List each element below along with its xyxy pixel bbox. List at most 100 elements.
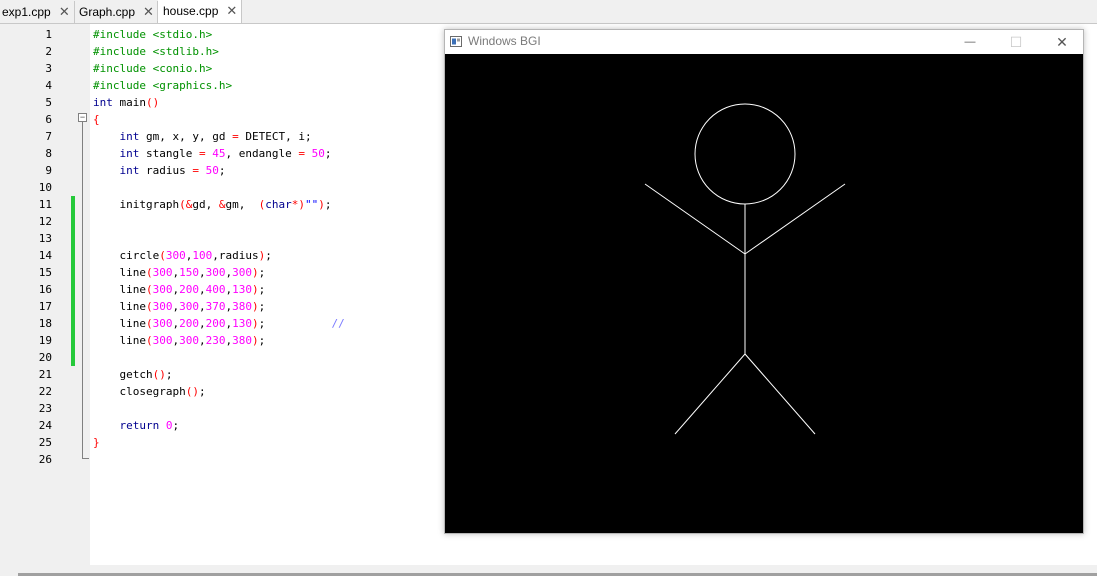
code-token: 50 [205,164,219,177]
code-token: gd, [192,198,219,211]
code-token: 400 [205,283,226,296]
line-number: 9 [45,164,52,177]
code-token: int [93,96,113,109]
code-token: 380 [232,300,252,313]
code-line[interactable]: } [93,434,100,451]
code-token: line [93,283,146,296]
code-token: 380 [232,334,252,347]
code-token: radius [139,164,193,177]
code-token: #include <conio.h> [93,62,213,75]
bgi-output-window[interactable]: Windows BGI — ☐ ✕ [444,29,1084,534]
code-token: , [198,266,206,279]
code-line[interactable]: #include <stdio.h> [93,26,212,43]
code-line[interactable]: int gm, x, y, gd = DETECT, i; [93,128,312,145]
code-line[interactable]: closegraph(); [93,383,205,400]
code-line[interactable]: initgraph(&gd, &gm, (char*)""); [93,196,331,213]
window-titlebar[interactable]: Windows BGI — ☐ ✕ [445,30,1083,54]
code-token: () [146,96,160,109]
code-token: 300 [179,300,199,313]
code-token: "" [304,198,319,211]
modified-lines-marker [71,196,75,366]
line-number: 6 [45,113,52,126]
maximize-button[interactable]: ☐ [993,30,1039,54]
code-line[interactable]: int radius = 50; [93,162,226,179]
code-token: ) [251,283,259,296]
code-line[interactable]: { [93,111,100,128]
code-token: () [185,385,199,398]
code-token: #include <graphics.h> [93,79,233,92]
code-token: } [93,436,100,449]
code-line[interactable]: line(300,200,200,130); // [93,315,344,332]
head-circle [694,103,796,205]
code-token: 300 [165,249,186,262]
close-icon[interactable]: ✕ [59,4,70,20]
code-line[interactable]: #include <graphics.h> [93,77,232,94]
code-token: 130 [232,317,252,330]
code-token: ( [159,249,166,262]
code-token: line [93,300,146,313]
code-line[interactable]: return 0; [93,417,180,434]
code-line[interactable]: int stangle = 45, endangle = 50; [93,145,332,162]
tab-house-cpp[interactable]: house.cpp ✕ [158,0,242,23]
code-token: = [298,147,305,160]
code-token: int [119,147,140,160]
close-icon[interactable]: ✕ [226,3,237,19]
code-token: 300 [205,266,226,279]
minimize-button[interactable]: — [947,30,993,54]
code-token: = [192,164,199,177]
code-line[interactable]: circle(300,100,radius); [93,247,271,264]
line-number: 18 [38,317,52,330]
line-number: 4 [45,79,52,92]
code-token: circle [93,249,160,262]
stick-figure-drawing [644,103,846,435]
app-icon [450,36,462,47]
line-number-gutter: 1 2 3 4 5 6 7 8 9 10 11 12 13 14 15 16 17 18 19 20 21 22 23 24 2… [0,24,70,565]
line-number: 16 [38,283,52,296]
code-line[interactable]: line(300,200,400,130); [93,281,265,298]
line-number: 8 [45,147,52,160]
code-token: 300 [152,334,173,347]
close-icon[interactable]: ✕ [143,4,154,20]
code-token: ) [251,317,259,330]
line-number: 5 [45,96,52,109]
code-token: () [152,368,166,381]
code-token: ; [324,147,332,160]
code-line[interactable]: line(300,150,300,300); [93,264,265,281]
code-line[interactable]: #include <conio.h> [93,60,212,77]
code-token: ) [251,334,259,347]
code-token: ) [251,266,259,279]
fold-collapse-icon[interactable]: − [78,113,87,122]
code-token: char [265,198,292,211]
line-number: 10 [38,181,52,194]
code-token: ; [324,198,332,211]
code-line[interactable]: int main() [93,94,159,111]
code-token: = [232,130,239,143]
code-token: = [198,147,206,160]
code-token: ; [218,164,226,177]
code-token: line [93,334,146,347]
tab-exp1-cpp[interactable]: exp1.cpp ✕ [0,1,75,23]
line-number: 12 [38,215,52,228]
code-token: { [93,113,100,126]
right-arm-line [744,183,846,255]
code-token: ; [172,419,180,432]
code-token: main [112,96,146,109]
line-number: 14 [38,249,52,262]
code-line[interactable]: line(300,300,370,380); [93,298,265,315]
code-line[interactable]: line(300,300,230,380); [93,332,265,349]
line-number: 22 [38,385,52,398]
code-token: ( [145,283,153,296]
code-line[interactable]: #include <stdlib.h> [93,43,219,60]
close-button[interactable]: ✕ [1039,30,1085,54]
line-number: 21 [38,368,52,381]
code-token: , [198,300,206,313]
code-token: stangle [139,147,199,160]
code-token: 200 [179,283,199,296]
code-token: , [198,334,206,347]
tab-graph-cpp[interactable]: Graph.cpp ✕ [75,1,158,23]
line-number: 24 [38,419,52,432]
code-line[interactable]: getch(); [93,366,172,383]
